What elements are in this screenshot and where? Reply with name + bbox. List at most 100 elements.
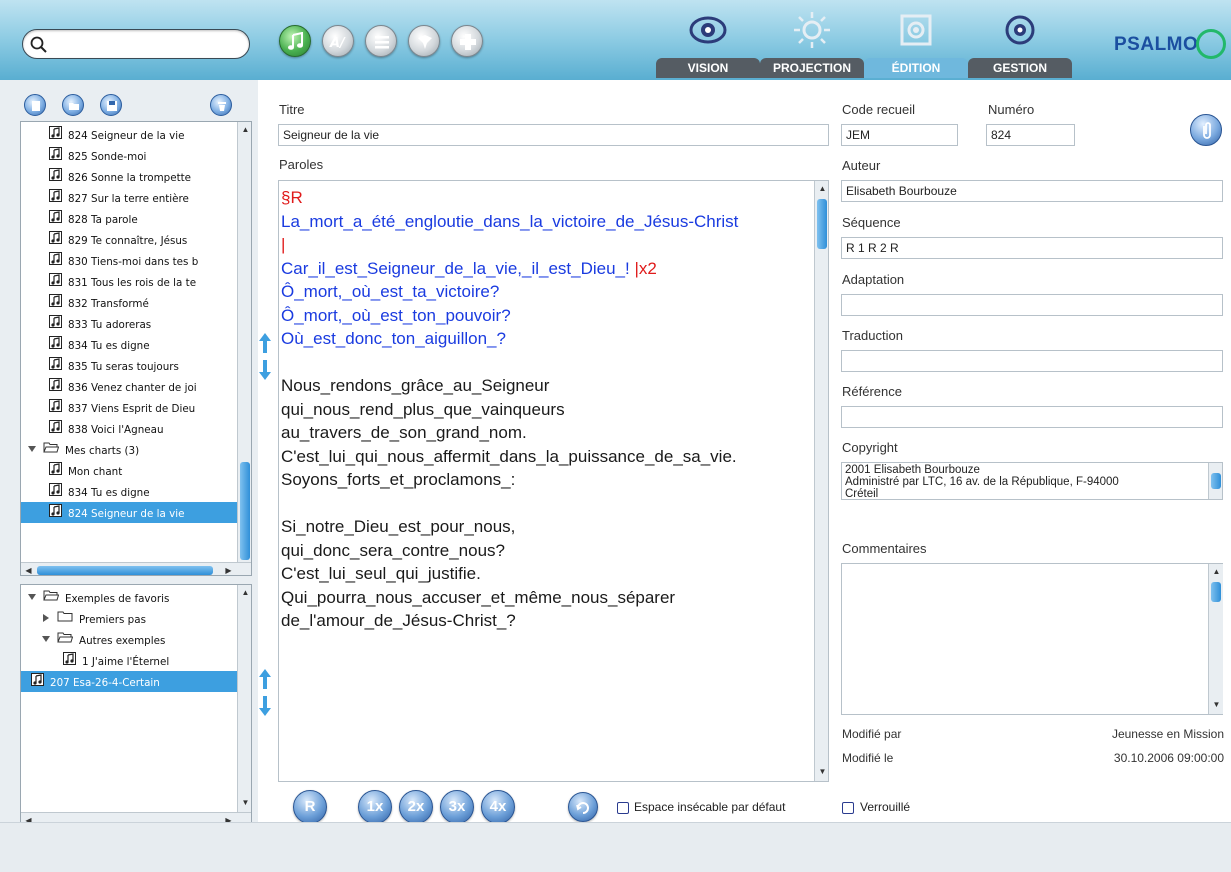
- tree-row[interactable]: 834 Tu es digne: [21, 481, 237, 502]
- tree-row[interactable]: 833 Tu adoreras: [21, 313, 237, 334]
- song-list-scrollbar[interactable]: ▲: [237, 122, 251, 562]
- trash-icon: [218, 102, 226, 111]
- song-list-scroll-thumb[interactable]: [240, 462, 250, 560]
- text-button[interactable]: A/: [322, 25, 354, 57]
- tree-row[interactable]: 824 Seigneur de la vie: [21, 502, 237, 523]
- fav-scroll-down-icon[interactable]: ▼: [238, 795, 251, 810]
- song-file-icon: [49, 188, 62, 209]
- loop-button[interactable]: [568, 792, 598, 822]
- music-note-button[interactable]: [279, 25, 311, 57]
- fav-scroll-up-icon[interactable]: ▲: [238, 585, 251, 600]
- copyright-scrollbar[interactable]: [1208, 463, 1222, 499]
- tab-projection[interactable]: PROJECTION: [760, 0, 864, 80]
- song-list-hscrollbar[interactable]: ◀ ▶: [21, 562, 251, 575]
- new-file-button[interactable]: [24, 94, 46, 116]
- tree-row[interactable]: Mon chant: [21, 460, 237, 481]
- repeat-2x-button[interactable]: 2x: [399, 790, 433, 824]
- attach-button[interactable]: [1190, 114, 1222, 146]
- song-file-icon: [49, 230, 62, 251]
- expand-open-icon[interactable]: [27, 588, 37, 609]
- tree-row[interactable]: 207 Esa-26-4-Certain: [21, 671, 237, 692]
- tree-row[interactable]: 834 Tu es digne: [21, 334, 237, 355]
- tree-row[interactable]: 1 J'aime l'Éternel: [21, 650, 237, 671]
- tree-row[interactable]: 826 Sonne la trompette: [21, 166, 237, 187]
- eye-icon: [689, 16, 727, 44]
- lyrics-line: [281, 351, 738, 375]
- tree-row-label: 829 Te connaître, Jésus: [68, 233, 188, 247]
- move-up-icon[interactable]: [258, 332, 272, 354]
- nbsp-checkbox[interactable]: [617, 802, 629, 814]
- comments-scroll-down-icon[interactable]: ▼: [1209, 697, 1224, 712]
- lyrics-scrollbar[interactable]: ▲ ▼: [814, 181, 828, 781]
- favorites-scrollbar[interactable]: ▲ ▼: [237, 585, 251, 812]
- lyrics-line: qui_nous_rend_plus_que_vainqueurs: [281, 398, 738, 422]
- refrain-button[interactable]: R: [293, 790, 327, 824]
- tree-row[interactable]: 824 Seigneur de la vie: [21, 124, 237, 145]
- comments-scrollbar[interactable]: ▲ ▼: [1208, 564, 1223, 714]
- tree-row[interactable]: 832 Transformé: [21, 292, 237, 313]
- tree-row[interactable]: Autres exemples: [21, 629, 237, 650]
- open-file-button[interactable]: [62, 94, 84, 116]
- tree-row[interactable]: 836 Venez chanter de joi: [21, 376, 237, 397]
- comments-scroll-thumb[interactable]: [1211, 582, 1221, 602]
- song-list-hscroll-thumb[interactable]: [37, 566, 213, 575]
- settings-button[interactable]: [408, 25, 440, 57]
- repeat-4x-button[interactable]: 4x: [481, 790, 515, 824]
- expand-closed-icon[interactable]: [41, 609, 51, 630]
- lyrics-scroll-thumb[interactable]: [817, 199, 827, 249]
- tree-row[interactable]: Mes charts (3): [21, 439, 237, 460]
- author-input[interactable]: Elisabeth Bourbouze: [841, 180, 1223, 202]
- puzzle-button[interactable]: [451, 25, 483, 57]
- scroll-up-icon[interactable]: ▲: [238, 122, 251, 137]
- tree-row[interactable]: 827 Sur la terre entière: [21, 187, 237, 208]
- song-file-icon: [49, 146, 62, 167]
- save-button[interactable]: [100, 94, 122, 116]
- tab-edition[interactable]: ÉDITION: [864, 0, 968, 80]
- list-button[interactable]: [365, 25, 397, 57]
- lyrics-line: Où_est_donc_ton_aiguillon_?: [281, 327, 738, 351]
- comments-input[interactable]: ▲ ▼: [841, 563, 1223, 715]
- lyrics-text: §R La_mort_a_été_engloutie_dans_la_victoi…: [281, 186, 738, 633]
- search-input[interactable]: [22, 29, 250, 59]
- lyrics-editor[interactable]: §R La_mort_a_été_engloutie_dans_la_victoi…: [278, 180, 829, 782]
- delete-button[interactable]: [210, 94, 232, 116]
- scroll-right-icon[interactable]: ▶: [221, 563, 236, 575]
- tree-row[interactable]: 835 Tu seras toujours: [21, 355, 237, 376]
- translation-input[interactable]: [841, 350, 1223, 372]
- fav-move-up-icon[interactable]: [258, 668, 272, 690]
- adaptation-input[interactable]: [841, 294, 1223, 316]
- repeat-3x-button[interactable]: 3x: [440, 790, 474, 824]
- expand-open-icon[interactable]: [27, 440, 37, 461]
- tab-gestion[interactable]: GESTION: [968, 0, 1072, 80]
- copyright-scroll-thumb[interactable]: [1211, 473, 1221, 489]
- tree-row[interactable]: 828 Ta parole: [21, 208, 237, 229]
- locked-checkbox[interactable]: [842, 802, 854, 814]
- lyrics-scroll-down-icon[interactable]: ▼: [815, 764, 828, 779]
- scroll-left-icon[interactable]: ◀: [21, 563, 36, 575]
- expand-open-icon[interactable]: [41, 630, 51, 651]
- repeat-1x-button[interactable]: 1x: [358, 790, 392, 824]
- tree-row[interactable]: 829 Te connaître, Jésus: [21, 229, 237, 250]
- code-input[interactable]: JEM: [841, 124, 958, 146]
- tree-row[interactable]: 838 Voici l'Agneau: [21, 418, 237, 439]
- number-input[interactable]: 824: [986, 124, 1075, 146]
- song-file-icon: [49, 377, 62, 398]
- tree-row[interactable]: 837 Viens Esprit de Dieu: [21, 397, 237, 418]
- comments-scroll-up-icon[interactable]: ▲: [1209, 564, 1224, 579]
- tree-row[interactable]: Premiers pas: [21, 608, 237, 629]
- title-input[interactable]: Seigneur de la vie: [278, 124, 829, 146]
- tree-row[interactable]: 825 Sonde-moi: [21, 145, 237, 166]
- text-icon: A/: [329, 36, 346, 51]
- reference-input[interactable]: [841, 406, 1223, 428]
- tree-row[interactable]: 831 Tous les rois de la te: [21, 271, 237, 292]
- lyrics-scroll-up-icon[interactable]: ▲: [815, 181, 828, 196]
- fav-move-down-icon[interactable]: [258, 695, 272, 717]
- modified-by-label: Modifié par: [842, 727, 902, 741]
- copyright-input[interactable]: 2001 Elisabeth Bourbouze Administré par …: [841, 462, 1223, 500]
- tab-vision[interactable]: VISION: [656, 0, 760, 80]
- tree-row[interactable]: 830 Tiens-moi dans tes b: [21, 250, 237, 271]
- favorites-list: Exemples de favoris Premiers pas Autres ex…: [20, 584, 252, 826]
- move-down-icon[interactable]: [258, 359, 272, 381]
- sequence-input[interactable]: R 1 R 2 R: [841, 237, 1223, 259]
- tree-row[interactable]: Exemples de favoris: [21, 587, 237, 608]
